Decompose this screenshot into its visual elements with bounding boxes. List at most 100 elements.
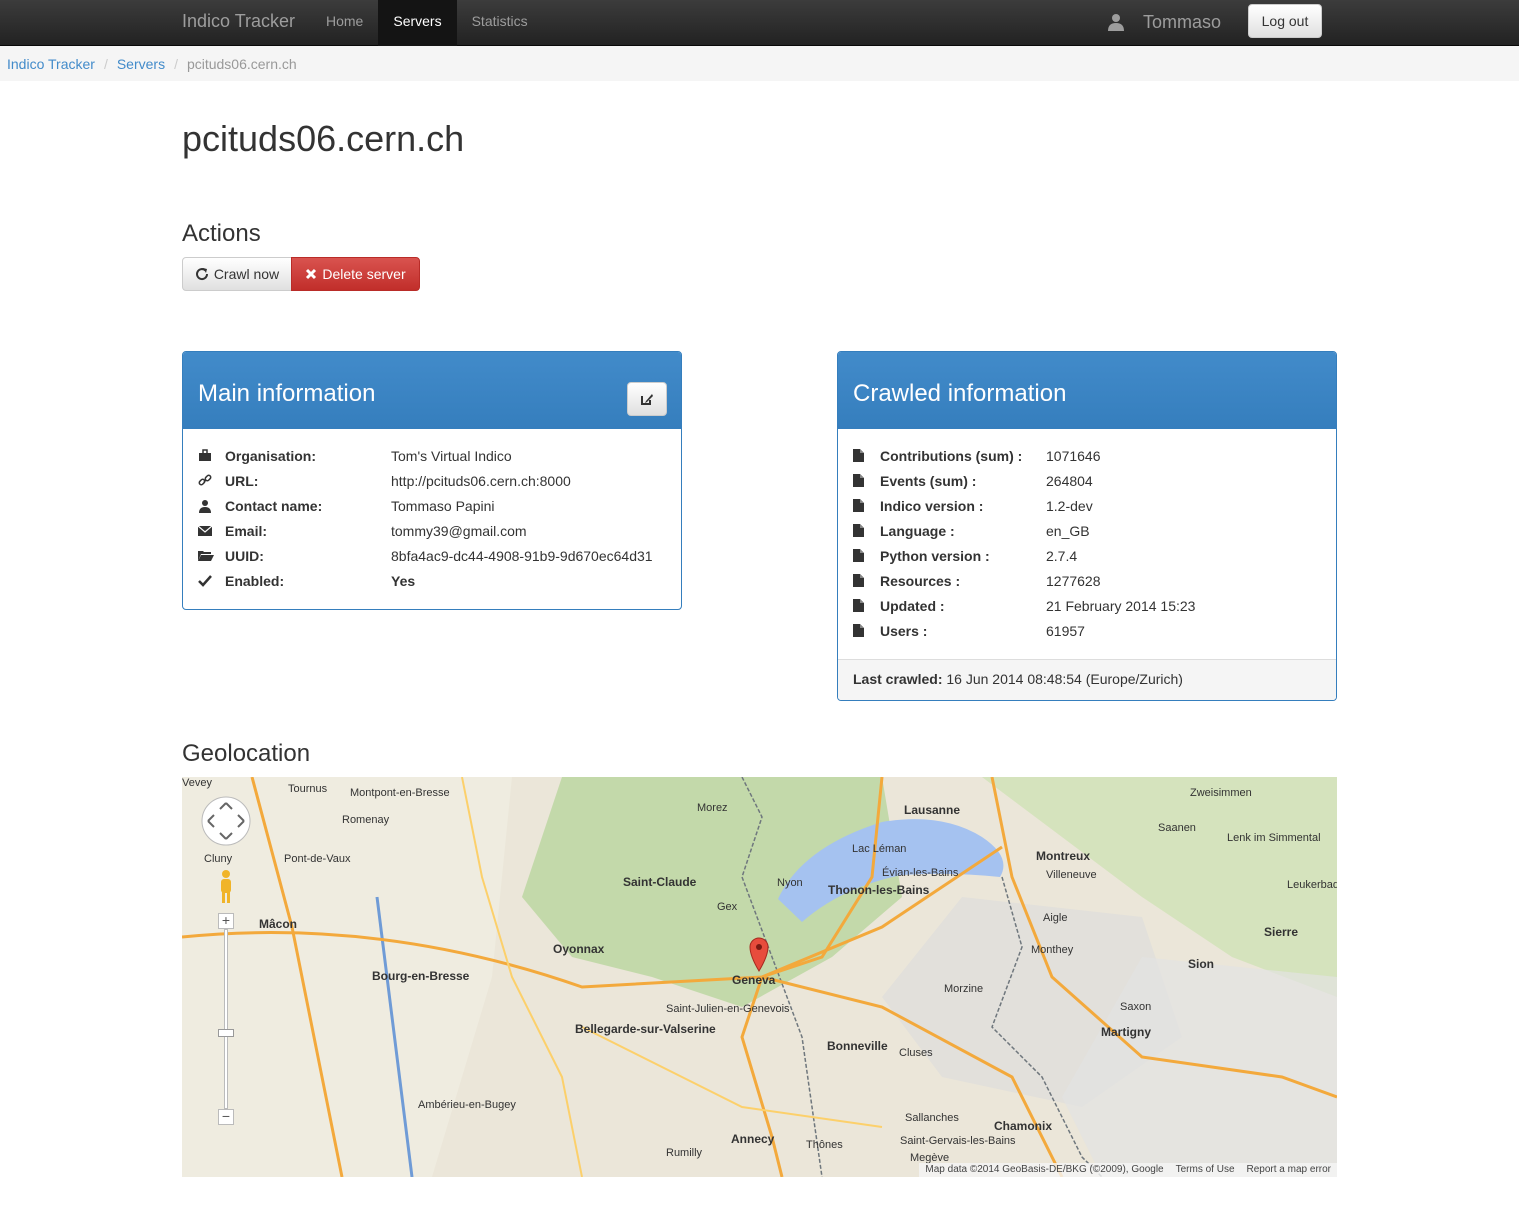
breadcrumb-servers[interactable]: Servers (117, 56, 165, 72)
email-link[interactable]: tommy39@gmail.com (391, 523, 527, 539)
crawled-label: Python version : (880, 547, 990, 564)
zoom-track[interactable] (224, 929, 228, 1109)
contact-name-value: Tommaso Papini (391, 497, 495, 514)
map-place-label: Ambérieu-en-Bugey (418, 1099, 516, 1111)
breadcrumb-separator: / (174, 55, 178, 72)
crawled-label: Contributions (sum) : (880, 447, 1023, 464)
map-place-label: Zweisimmen (1190, 787, 1252, 799)
edit-server-button[interactable] (627, 382, 667, 416)
map-place-label: Thonon-les-Bains (828, 883, 930, 897)
map-place-label: Saint-Julien-en-Genevois (666, 1003, 790, 1015)
map-place-label: Chamonix (994, 1119, 1053, 1133)
zoom-handle[interactable] (218, 1029, 234, 1037)
crawled-value: 264804 (1046, 472, 1093, 489)
crawled-label: Resources : (880, 572, 961, 589)
crawled-label: Users : (880, 622, 928, 639)
user-icon (199, 499, 211, 513)
crawled-value: 1277628 (1046, 572, 1101, 589)
map-place-label: Saint-Claude (623, 875, 697, 889)
breadcrumb-home[interactable]: Indico Tracker (7, 56, 95, 72)
map-place-label: Montreux (1036, 849, 1090, 863)
pegman-icon[interactable] (216, 869, 236, 905)
last-crawled-label: Last crawled: (853, 671, 943, 687)
url-link[interactable]: http://pcituds06.cern.ch:8000 (391, 473, 571, 489)
map-place-label: Thônes (806, 1139, 843, 1151)
map-place-label: Bourg-en-Bresse (372, 969, 470, 983)
map-place-label: Mâcon (259, 917, 298, 931)
map-place-label: Lausanne (904, 803, 961, 817)
user-icon (1108, 14, 1124, 31)
map-terms-link[interactable]: Terms of Use (1176, 1164, 1235, 1176)
nav-item-home[interactable]: Home (311, 0, 378, 46)
nav-item-statistics[interactable]: Statistics (457, 0, 543, 46)
map-place-label: Lac Léman (852, 843, 907, 855)
geolocation-heading: Geolocation (182, 740, 311, 767)
map-place-label: Monthey (1031, 944, 1074, 956)
info-row-email: Email: tommy39@gmail.com (198, 518, 666, 543)
map-place-label: Pont-de-Vaux (284, 853, 351, 865)
zoom-out-button[interactable]: − (218, 1109, 234, 1125)
info-row-uuid: UUID: 8bfa4ac9-dc44-4908-91b9-9d670ec64d… (198, 543, 666, 568)
edit-icon (641, 394, 653, 405)
file-icon (853, 499, 864, 512)
page-title: pcituds06.cern.ch (182, 118, 465, 159)
map-place-label: Aigle (1043, 912, 1068, 924)
check-icon (198, 574, 212, 587)
envelope-icon (198, 525, 212, 536)
crawled-information-panel: Crawled information Contributions (sum) … (837, 351, 1337, 701)
crawl-now-button[interactable]: Crawl now (182, 257, 292, 291)
map-place-label: Rumilly (666, 1147, 703, 1159)
map-place-label: Sallanches (905, 1112, 959, 1124)
map-place-label: Leukerbad (1287, 879, 1337, 891)
map-place-label: Saxon (1120, 1001, 1152, 1013)
delete-server-button[interactable]: Delete server (291, 257, 420, 291)
file-icon (853, 474, 864, 487)
crawled-value: 1.2-dev (1046, 497, 1093, 514)
folder-open-icon (198, 551, 214, 561)
navbar: Indico Tracker Home Servers Statistics T… (0, 0, 1519, 46)
geolocation-map[interactable]: Lausanne Montreux Geneva Thonon-les-Bains Év… (182, 777, 1337, 1177)
file-icon (853, 449, 864, 462)
nav-item-servers[interactable]: Servers (378, 0, 457, 46)
map-place-label: Romenay (342, 814, 390, 826)
info-row-url: URL: http://pcituds06.cern.ch:8000 (198, 468, 666, 493)
zoom-slider[interactable]: + − (218, 913, 234, 1125)
delete-server-label: Delete server (322, 266, 406, 282)
map-place-label: Lenk im Simmental (1227, 832, 1321, 844)
breadcrumb-separator: / (103, 55, 108, 72)
crawled-label: Language : (880, 522, 955, 539)
map-pan-control[interactable] (200, 795, 252, 847)
map-attribution: Map data ©2014 GeoBasis-DE/BKG (©2009), … (925, 1164, 1164, 1175)
map-place-label: Sion (1188, 957, 1214, 971)
map-place-label: Vevey (182, 777, 212, 789)
file-icon (853, 524, 864, 537)
map-marker-icon[interactable] (748, 936, 770, 972)
map-place-label: Montpont-en-Bresse (350, 787, 450, 799)
map-place-label: Geneva (732, 973, 776, 987)
info-label: Contact name: (225, 497, 323, 514)
info-label: Organisation: (225, 447, 317, 464)
enabled-value: Yes (391, 572, 416, 589)
map-place-label: Bonneville (827, 1039, 888, 1053)
crawled-label: Indico version : (880, 497, 984, 514)
crawled-value: 21 February 2014 15:23 (1046, 597, 1196, 614)
logout-button[interactable]: Log out (1248, 4, 1322, 38)
map-place-label: Morzine (944, 983, 984, 995)
map-place-label: Saint-Gervais-les-Bains (900, 1135, 1016, 1147)
crawl-now-label: Crawl now (213, 266, 280, 282)
crawled-information-title: Crawled information (853, 380, 1067, 407)
remove-icon (306, 268, 317, 280)
map-place-label: Annecy (731, 1132, 775, 1146)
map-place-label: Martigny (1101, 1025, 1152, 1039)
zoom-in-button[interactable]: + (218, 913, 234, 929)
uuid-value: 8bfa4ac9-dc44-4908-91b9-9d670ec64d31 (391, 547, 653, 564)
nav-menu: Home Servers Statistics (311, 0, 543, 46)
map-place-label: Saanen (1158, 822, 1196, 834)
crawled-label: Updated : (880, 597, 945, 614)
file-icon (853, 624, 864, 637)
brand-link[interactable]: Indico Tracker (182, 11, 295, 32)
last-crawled-value: 16 Jun 2014 08:48:54 (Europe/Zurich) (946, 671, 1183, 687)
map-place-label: Tournus (288, 783, 328, 795)
info-row-organisation: Organisation: Tom's Virtual Indico (198, 443, 666, 468)
map-report-link[interactable]: Report a map error (1247, 1164, 1331, 1176)
